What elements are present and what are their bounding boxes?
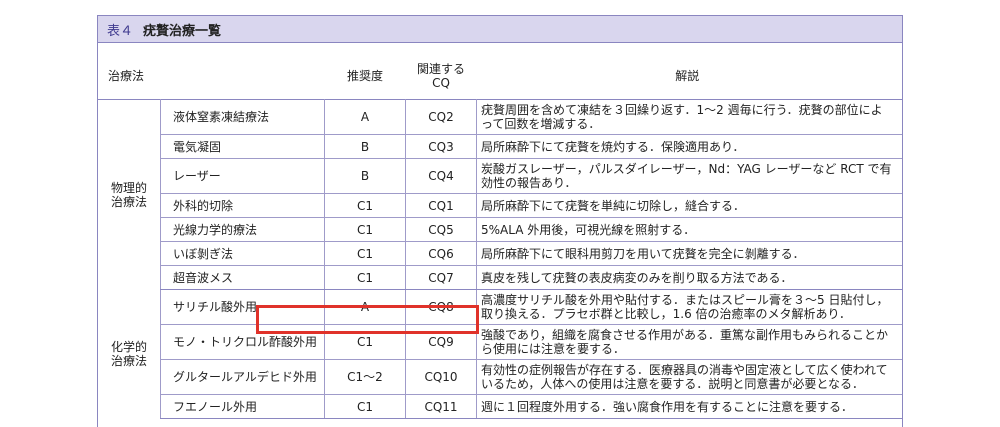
recommendation-grade: C1: [324, 241, 406, 266]
related-cq: CQ7: [405, 265, 477, 290]
description: 局所麻酔下にて疣贅を焼灼する．保険適用あり．: [476, 134, 902, 159]
recommendation-grade: C1〜2: [324, 359, 406, 395]
treatment-name: 超音波メス: [160, 265, 325, 290]
recommendation-grade: A: [324, 289, 406, 325]
related-cq: CQ2: [405, 99, 477, 135]
table-row: グルタールアルデヒド外用 C1〜2 CQ10 有効性の症例報告が存在する．医療器具の消…: [98, 359, 902, 395]
treatment-name: サリチル酸外用: [160, 289, 325, 325]
treatment-name: レーザー: [160, 158, 325, 194]
treatment-name: 液体窒素凍結療法: [160, 99, 325, 135]
table-title: 疣贅治療一覧: [143, 23, 222, 39]
recommendation-grade: B: [324, 134, 406, 159]
recommendation-grade: C1: [324, 265, 406, 290]
header-cq: 関連する CQ: [416, 61, 465, 90]
description: 強酸であり，組織を腐食させる作用がある．重篤な副作用もみられることから使用には注…: [476, 324, 902, 360]
related-cq: CQ4: [405, 158, 477, 194]
treatment-name: グルタールアルデヒド外用: [160, 359, 325, 395]
table-frame: 表４ 疣贅治療一覧 治療法 推奨度 関連する CQ 解説 物理的 治療法 液体窒素…: [97, 15, 903, 427]
description: 炭酸ガスレーザー，パルスダイレーザー，Nd：YAG レーザーなど RCT で有効…: [476, 158, 902, 194]
description: 局所麻酔下にて疣贅を単純に切除し，縫合する．: [476, 193, 902, 218]
treatment-name: 外科的切除: [160, 193, 325, 218]
treatment-name: いぼ剝ぎ法: [160, 241, 325, 266]
table-body: 物理的 治療法 液体窒素凍結療法 A CQ2 疣贅周囲を含めて凍結を３回繰り返す．1〜2…: [98, 99, 902, 419]
description: 5%ALA 外用後，可視光線を照射する．: [476, 217, 902, 242]
treatment-name: モノ・トリクロル酢酸外用: [160, 324, 325, 360]
table-row: 電気凝固 B CQ3 局所麻酔下にて疣贅を焼灼する．保険適用あり．: [98, 134, 902, 159]
treatment-table: 治療法 推奨度 関連する CQ 解説 物理的 治療法 液体窒素凍結療法 A CQ2 疣贅…: [98, 52, 902, 419]
description: 局所麻酔下にて眼科用剪刀を用いて疣贅を完全に剝離する．: [476, 241, 902, 266]
recommendation-grade: B: [324, 158, 406, 194]
description: 疣贅周囲を含めて凍結を３回繰り返す．1〜2 週毎に行う．疣贅の部位によって回数を…: [476, 99, 902, 135]
header-category: 治療法: [108, 68, 145, 83]
description: 有効性の症例報告が存在する．医療器具の消毒や固定液として広く使われているため，人…: [476, 359, 902, 395]
treatment-name: 電気凝固: [160, 134, 325, 159]
treatment-name: フエノール外用: [160, 394, 325, 419]
recommendation-grade: C1: [324, 394, 406, 419]
description: 週に１回程度外用する．強い腐食作用を有することに注意を要する．: [476, 394, 902, 419]
description: 高濃度サリチル酸を外用や貼付する．またはスピール膏を３〜5 日貼付し，取り換える…: [476, 289, 902, 325]
description: 真皮を残して疣贅の表皮病変のみを削り取る方法である．: [476, 265, 902, 290]
table-row: 光線力学的療法 C1 CQ5 5%ALA 外用後，可視光線を照射する．: [98, 217, 902, 242]
table-row: 外科的切除 C1 CQ1 局所麻酔下にて疣贅を単純に切除し，縫合する．: [98, 193, 902, 218]
table-row: モノ・トリクロル酢酸外用 C1 CQ9 強酸であり，組織を腐食させる作用がある．重篤な…: [98, 324, 902, 360]
recommendation-grade: C1: [324, 324, 406, 360]
related-cq: CQ10: [405, 359, 477, 395]
related-cq: CQ6: [405, 241, 477, 266]
table-row: 物理的 治療法 液体窒素凍結療法 A CQ2 疣贅周囲を含めて凍結を３回繰り返す．1〜2…: [98, 99, 902, 209]
related-cq: CQ1: [405, 193, 477, 218]
category-cell: 物理的 治療法: [110, 180, 147, 209]
table-row: いぼ剝ぎ法 C1 CQ6 局所麻酔下にて眼科用剪刀を用いて疣贅を完全に剝離する．: [98, 241, 902, 266]
table-row: 超音波メス C1 CQ7 真皮を残して疣贅の表皮病変のみを削り取る方法である．: [98, 265, 902, 290]
recommendation-grade: C1: [324, 193, 406, 218]
header-grade: 推奨度: [346, 68, 383, 83]
related-cq: CQ5: [405, 217, 477, 242]
treatment-name: 光線力学的療法: [160, 217, 325, 242]
category-cell: 化学的 治療法: [110, 340, 147, 368]
recommendation-grade: C1: [324, 217, 406, 242]
header-description: 解説: [675, 68, 700, 83]
table-row: フエノール外用 C1 CQ11 週に１回程度外用する．強い腐食作用を有することに注意を…: [98, 394, 902, 419]
related-cq: CQ3: [405, 134, 477, 159]
table-caption: 表４ 疣贅治療一覧: [98, 16, 902, 43]
table-row: レーザー B CQ4 炭酸ガスレーザー，パルスダイレーザー，Nd：YAG レーザーなど…: [98, 158, 902, 194]
header-row: 治療法 推奨度 関連する CQ 解説: [98, 52, 902, 100]
table-row: 化学的 治療法 サリチル酸外用 A CQ8 高濃度サリチル酸を外用や貼付する．またはスピ…: [98, 289, 902, 368]
recommendation-grade: A: [324, 99, 406, 135]
related-cq: CQ11: [405, 394, 477, 419]
related-cq: CQ8: [405, 289, 477, 325]
related-cq: CQ9: [405, 324, 477, 360]
table-number: 表４: [107, 23, 134, 39]
